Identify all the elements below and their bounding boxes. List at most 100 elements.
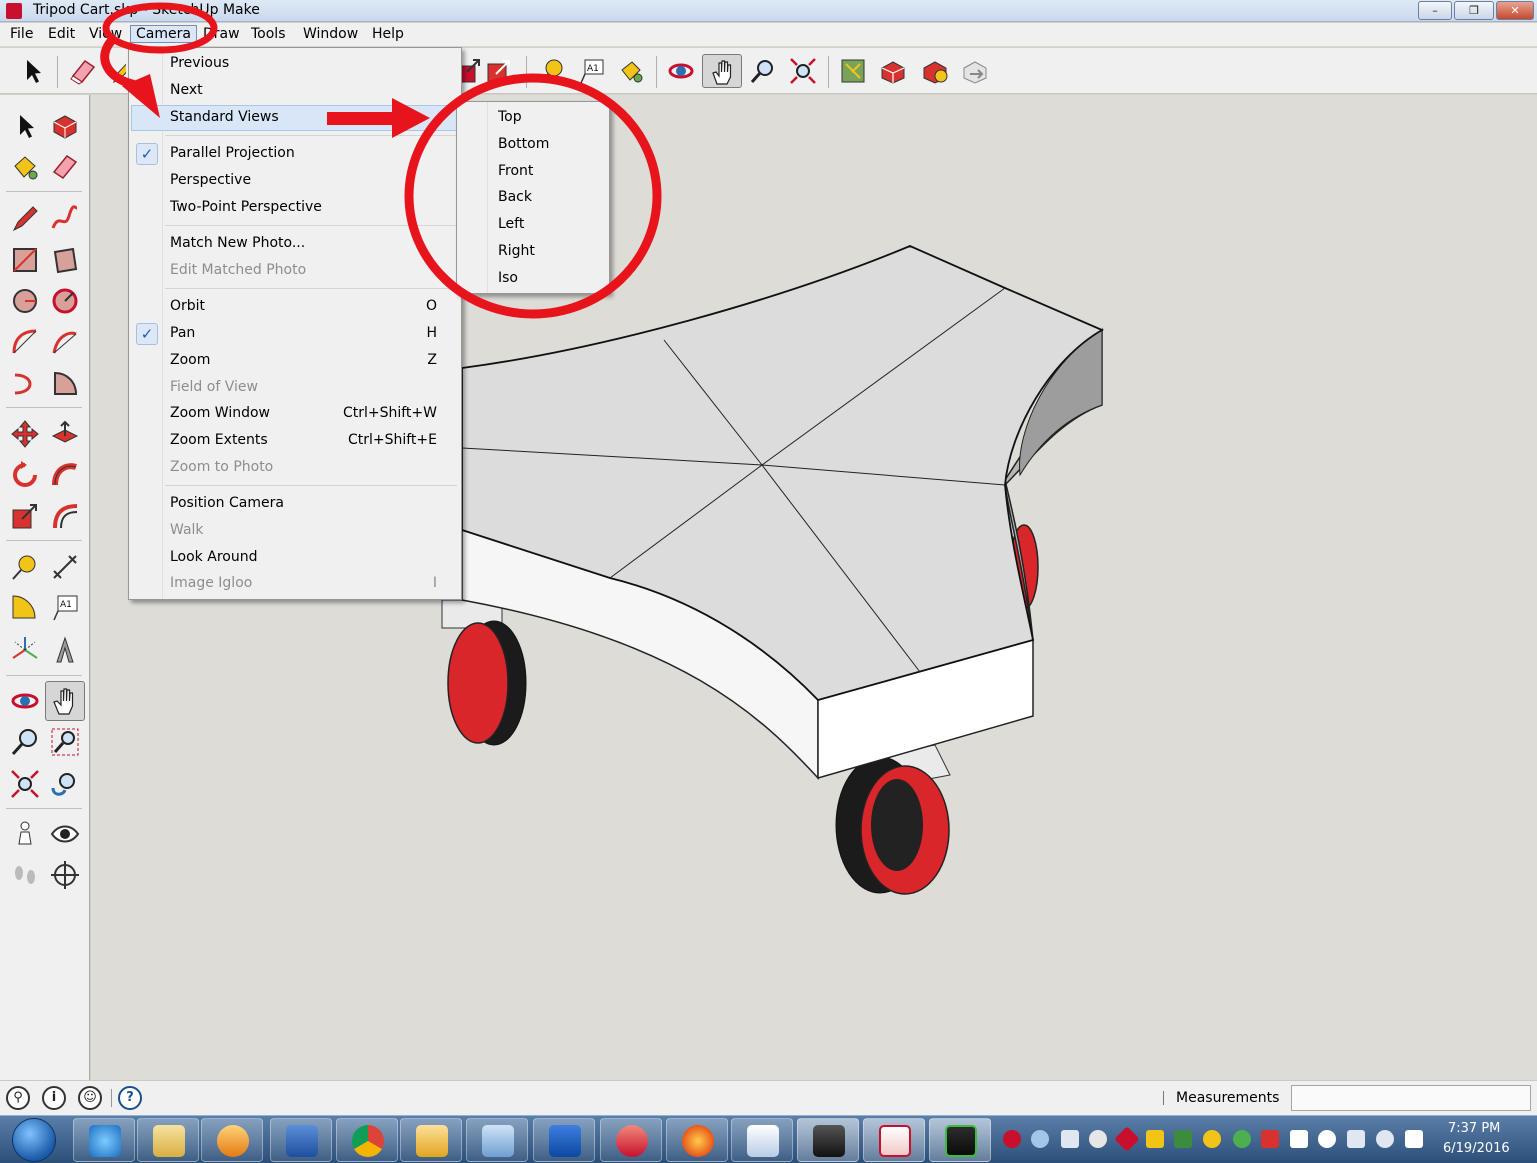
rotate-tool-icon[interactable] (9, 459, 41, 491)
menu-item-match-new-photo[interactable]: Match New Photo... (131, 231, 459, 257)
tray-app-icon[interactable] (1318, 1130, 1336, 1148)
taskbar-sketchup[interactable] (863, 1118, 925, 1162)
tray-mail-icon[interactable] (1146, 1130, 1164, 1148)
submenu-item-top[interactable]: Top (498, 109, 522, 125)
zoom-tool-icon[interactable] (748, 56, 778, 86)
credits-icon[interactable]: i (42, 1086, 66, 1110)
menu-window[interactable]: Window (303, 26, 358, 42)
eraser-tool-icon[interactable] (68, 56, 98, 86)
tray-app-icon[interactable] (1290, 1130, 1308, 1148)
line-tool-icon[interactable] (9, 202, 41, 234)
select-tool-icon[interactable] (9, 110, 41, 142)
menu-item-perspective[interactable]: Perspective (131, 168, 459, 194)
tray-app-icon[interactable] (1203, 1130, 1221, 1148)
menu-help[interactable]: Help (372, 26, 404, 42)
menu-edit[interactable]: Edit (48, 26, 75, 42)
menu-item-pan[interactable]: ✓ Pan H (131, 321, 459, 347)
menu-file[interactable]: File (10, 26, 33, 42)
tray-antivirus-icon[interactable] (1261, 1130, 1279, 1148)
tape-measure-icon[interactable] (538, 56, 568, 86)
3d-warehouse-icon[interactable] (878, 56, 908, 86)
tray-app-icon[interactable] (1089, 1130, 1107, 1148)
menu-draw[interactable]: Draw (203, 26, 240, 42)
account-icon[interactable]: ☺ (78, 1086, 102, 1110)
taskbar-terminal[interactable] (929, 1118, 991, 1162)
section-plane-icon[interactable] (49, 859, 81, 891)
look-around-icon[interactable] (49, 818, 81, 850)
pan-tool-icon[interactable] (702, 54, 742, 88)
previous-view-icon[interactable] (49, 768, 81, 800)
follow-me-icon[interactable] (49, 459, 81, 491)
menu-item-position-camera[interactable]: Position Camera (131, 491, 459, 517)
select-tool-icon[interactable] (17, 56, 47, 86)
text-tool-icon[interactable]: A1 (577, 56, 607, 86)
paint-bucket-icon[interactable] (616, 56, 646, 86)
position-camera-icon[interactable] (9, 818, 41, 850)
submenu-item-front[interactable]: Front (498, 163, 533, 179)
menu-item-parallel-projection[interactable]: ✓ Parallel Projection (131, 141, 459, 167)
scale-tool-icon[interactable] (9, 500, 41, 532)
taskbar-media-player[interactable] (201, 1118, 263, 1162)
menu-item-zoom[interactable]: Zoom Z (131, 348, 459, 374)
add-location-icon[interactable] (838, 56, 868, 86)
tray-app-icon[interactable] (1174, 1130, 1192, 1148)
taskbar-malwarebytes[interactable] (533, 1118, 595, 1162)
maximize-button[interactable]: ❐ (1454, 1, 1494, 20)
menu-item-zoom-extents[interactable]: Zoom Extents Ctrl+Shift+E (131, 428, 459, 454)
taskbar-clock-date[interactable]: 6/19/2016 (1443, 1141, 1510, 1156)
menu-item-previous[interactable]: Previous (131, 51, 459, 77)
taskbar-wordpad[interactable] (731, 1118, 793, 1162)
menu-item-zoom-window[interactable]: Zoom Window Ctrl+Shift+W (131, 401, 459, 427)
help-icon[interactable]: ? (118, 1086, 142, 1110)
menu-camera[interactable]: Camera (130, 25, 197, 43)
pencil-tool-icon[interactable] (108, 56, 126, 86)
move-tool-icon[interactable] (484, 56, 514, 86)
circle-tool-icon[interactable] (9, 285, 41, 317)
measurements-input[interactable] (1291, 1085, 1531, 1111)
walk-tool-icon[interactable] (9, 859, 41, 891)
tray-volume-icon[interactable] (1376, 1130, 1394, 1148)
rotated-rectangle-icon[interactable] (49, 244, 81, 276)
start-button[interactable] (12, 1118, 56, 1162)
tray-display-icon[interactable] (1347, 1130, 1365, 1148)
extension-warehouse-icon[interactable] (920, 56, 950, 86)
eraser-tool-icon[interactable] (49, 151, 81, 183)
pie-tool-icon[interactable] (49, 367, 81, 399)
offset-tool-icon[interactable] (49, 500, 81, 532)
menu-item-orbit[interactable]: Orbit O (131, 294, 459, 320)
text-tool-icon[interactable]: A1 (49, 592, 81, 624)
tray-app-icon[interactable] (1003, 1130, 1021, 1148)
taskbar-clock-time[interactable]: 7:37 PM (1448, 1121, 1500, 1136)
tray-app-icon[interactable] (1031, 1130, 1049, 1148)
tape-measure-icon[interactable] (9, 551, 41, 583)
minimize-button[interactable]: – (1418, 1, 1452, 20)
menu-view[interactable]: View (89, 26, 125, 42)
pan-tool-icon[interactable] (45, 681, 85, 721)
tray-network-icon[interactable] (1061, 1130, 1079, 1148)
push-pull-tool-icon[interactable] (49, 418, 81, 450)
tray-security-icon[interactable] (1233, 1130, 1251, 1148)
taskbar-chrome[interactable] (336, 1118, 398, 1162)
zoom-extents-icon[interactable] (788, 56, 818, 86)
taskbar-ccleaner[interactable] (600, 1118, 662, 1162)
submenu-item-bottom[interactable]: Bottom (498, 136, 549, 152)
polygon-tool-icon[interactable] (49, 285, 81, 317)
freehand-tool-icon[interactable] (49, 202, 81, 234)
menu-tools[interactable]: Tools (251, 26, 286, 42)
zoom-window-icon[interactable] (49, 726, 81, 758)
menu-item-two-point-perspective[interactable]: Two-Point Perspective (131, 195, 459, 221)
close-button[interactable]: ✕ (1496, 1, 1534, 20)
zoom-extents-icon[interactable] (9, 768, 41, 800)
orbit-tool-icon[interactable] (666, 56, 696, 86)
dimension-tool-icon[interactable] (49, 551, 81, 583)
submenu-item-iso[interactable]: Iso (498, 270, 518, 286)
taskbar-firefox[interactable] (666, 1118, 728, 1162)
make-component-icon[interactable] (49, 110, 81, 142)
taskbar-file-explorer[interactable] (137, 1118, 199, 1162)
tray-app-icon[interactable] (1114, 1126, 1140, 1152)
taskbar-internet-explorer[interactable] (73, 1118, 135, 1162)
taskbar-photo-viewer[interactable] (797, 1118, 859, 1162)
axes-tool-icon[interactable] (9, 634, 41, 666)
tray-action-center-icon[interactable] (1405, 1130, 1423, 1148)
three-point-arc-icon[interactable] (9, 367, 41, 399)
